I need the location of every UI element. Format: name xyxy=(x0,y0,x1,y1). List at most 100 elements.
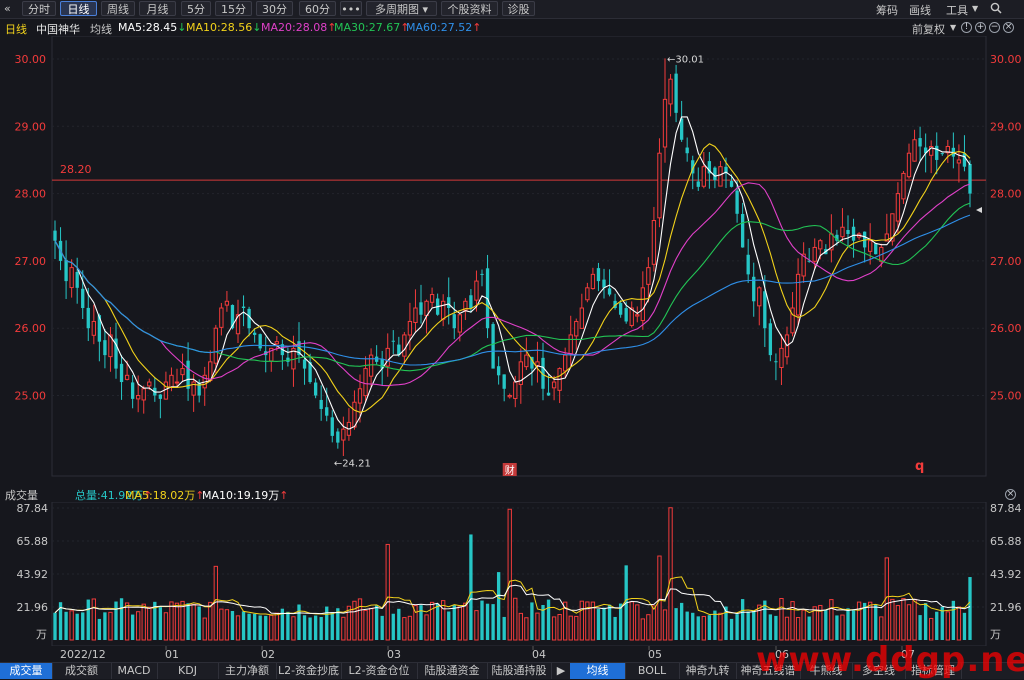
period-button-3[interactable]: 月线 xyxy=(139,1,176,16)
volume-bar xyxy=(718,612,723,641)
tab-left-5[interactable]: L2-资金抄底 xyxy=(276,663,342,679)
candle-body xyxy=(241,306,246,309)
volume-bar xyxy=(380,615,384,640)
volume-bar xyxy=(851,610,856,640)
candle-body xyxy=(935,145,939,160)
candle-body xyxy=(551,381,557,389)
volume-bar xyxy=(768,614,773,640)
tab-left-4[interactable]: 主力净额 xyxy=(218,663,277,679)
volume-chart[interactable]: 87.84 87.84 65.88 65.88 43.92 43.92 21.96 21.96… xyxy=(0,502,1024,646)
volume-bar xyxy=(197,606,201,640)
toolbar-chips-item[interactable]: 筹码 xyxy=(876,2,898,18)
period-button-1[interactable]: 日线 xyxy=(60,1,97,16)
tab-left-0[interactable]: 成交量 xyxy=(0,663,53,679)
double-chevron-left-icon[interactable]: « xyxy=(4,2,11,15)
volume-bar xyxy=(651,605,657,641)
tab-left-1[interactable]: 成交额 xyxy=(52,663,112,679)
candle-body xyxy=(618,303,623,315)
candle-body xyxy=(219,307,224,328)
candle-body xyxy=(779,347,784,368)
ma5-value: MA5:28.45↓ xyxy=(118,21,187,34)
period-button-10[interactable]: 个股资料 xyxy=(441,1,498,16)
period-button-4[interactable]: 5分 xyxy=(181,1,211,16)
price-tick-left: 29.00 xyxy=(15,120,47,133)
volume-bar xyxy=(513,597,518,641)
period-button-7[interactable]: 60分 xyxy=(299,1,336,16)
close-icon[interactable]: × xyxy=(1003,22,1014,33)
toolbar-tools-item[interactable]: 工具 xyxy=(946,2,968,18)
volume-bar xyxy=(368,607,374,641)
search-icon[interactable] xyxy=(990,2,1002,17)
tab-left-3[interactable]: KDJ xyxy=(157,663,219,679)
volume-bar xyxy=(325,606,329,640)
reference-line-label: 28.20 xyxy=(60,163,92,176)
candle-body xyxy=(640,287,645,322)
date-tick-label: 02 xyxy=(261,648,275,661)
zoom-in-icon[interactable]: + xyxy=(975,22,986,33)
volume-bar xyxy=(274,612,279,641)
period-button-6[interactable]: 30分 xyxy=(256,1,293,16)
volume-bar xyxy=(868,601,873,641)
volume-bar xyxy=(141,603,146,641)
tab-right-1[interactable]: BOLL xyxy=(625,663,680,679)
candlestick-chart[interactable]: 30.00 30.00 29.00 29.00 28.00 28.00 27.00 27.00… xyxy=(0,36,1024,482)
volume-bar xyxy=(447,611,451,640)
volume-bar xyxy=(629,601,634,641)
price-tick-right: 27.00 xyxy=(990,255,1022,268)
candle-body xyxy=(130,382,135,399)
tab-left-8[interactable]: 陆股通持股 xyxy=(487,663,552,679)
tab-left-6[interactable]: L2-资金仓位 xyxy=(341,663,418,679)
period-button-5[interactable]: 15分 xyxy=(215,1,252,16)
period-button-2[interactable]: 周线 xyxy=(101,1,135,16)
candle-body xyxy=(357,388,363,404)
period-button-11[interactable]: 诊股 xyxy=(502,1,535,16)
zoom-out-icon[interactable]: − xyxy=(989,22,1000,33)
price-tick-right: 25.00 xyxy=(990,390,1022,403)
close-icon[interactable]: × xyxy=(1005,489,1016,500)
volume-bar xyxy=(64,611,68,640)
period-button-8[interactable]: ••• xyxy=(340,1,362,16)
toolbar-draw-item[interactable]: 画线 xyxy=(909,2,931,18)
volume-bar xyxy=(735,614,739,640)
candle-body xyxy=(818,240,823,250)
candle-body xyxy=(174,381,180,384)
info-icon[interactable]: ! xyxy=(961,22,972,33)
candle-body xyxy=(646,267,651,285)
volume-bar xyxy=(602,607,606,640)
period-button-0[interactable]: 分时 xyxy=(22,1,56,16)
volume-bar xyxy=(906,604,912,641)
period-button-9[interactable]: 多周期图 ▾ xyxy=(366,1,437,16)
dropdown-icon[interactable]: ▼ xyxy=(950,23,956,32)
candle-body xyxy=(585,287,590,301)
volume-bar xyxy=(124,602,130,641)
candle-body xyxy=(158,394,163,399)
tab-right-2[interactable]: 神奇九转 xyxy=(679,663,737,679)
date-tick-label: 05 xyxy=(648,648,662,661)
dropdown-icon[interactable]: ▼ xyxy=(972,4,978,13)
ma20-value: MA20:28.08↑ xyxy=(261,21,337,34)
volume-bar xyxy=(729,618,734,640)
candle-body xyxy=(563,354,568,372)
ma60-value: MA60:27.52↑ xyxy=(406,21,482,34)
volume-bar xyxy=(341,616,346,641)
tab-left-2[interactable]: MACD xyxy=(111,663,158,679)
candle-body xyxy=(763,291,767,329)
candle-body xyxy=(574,320,579,337)
low-price-label: ←24.21 xyxy=(334,459,371,470)
volume-bar xyxy=(286,611,290,640)
tab-right-0[interactable]: 均线 xyxy=(570,663,626,679)
adjust-selector[interactable]: 前复权 xyxy=(912,21,945,37)
candle-body xyxy=(735,190,739,214)
stock-name[interactable]: 中国神华 xyxy=(36,21,80,37)
volume-bar xyxy=(252,613,257,640)
price-tick-left: 30.00 xyxy=(15,53,47,66)
high-price-label: ←30.01 xyxy=(667,54,704,65)
tab-scroll-icon[interactable]: ▶ xyxy=(552,663,571,679)
candle-body xyxy=(136,395,141,400)
candle-body xyxy=(313,382,318,396)
volume-bar xyxy=(441,600,446,641)
volume-bar xyxy=(923,603,928,640)
ma-mode-label[interactable]: 均线 xyxy=(90,21,112,37)
tab-left-7[interactable]: 陆股通资金 xyxy=(417,663,488,679)
candle-body xyxy=(319,399,323,409)
